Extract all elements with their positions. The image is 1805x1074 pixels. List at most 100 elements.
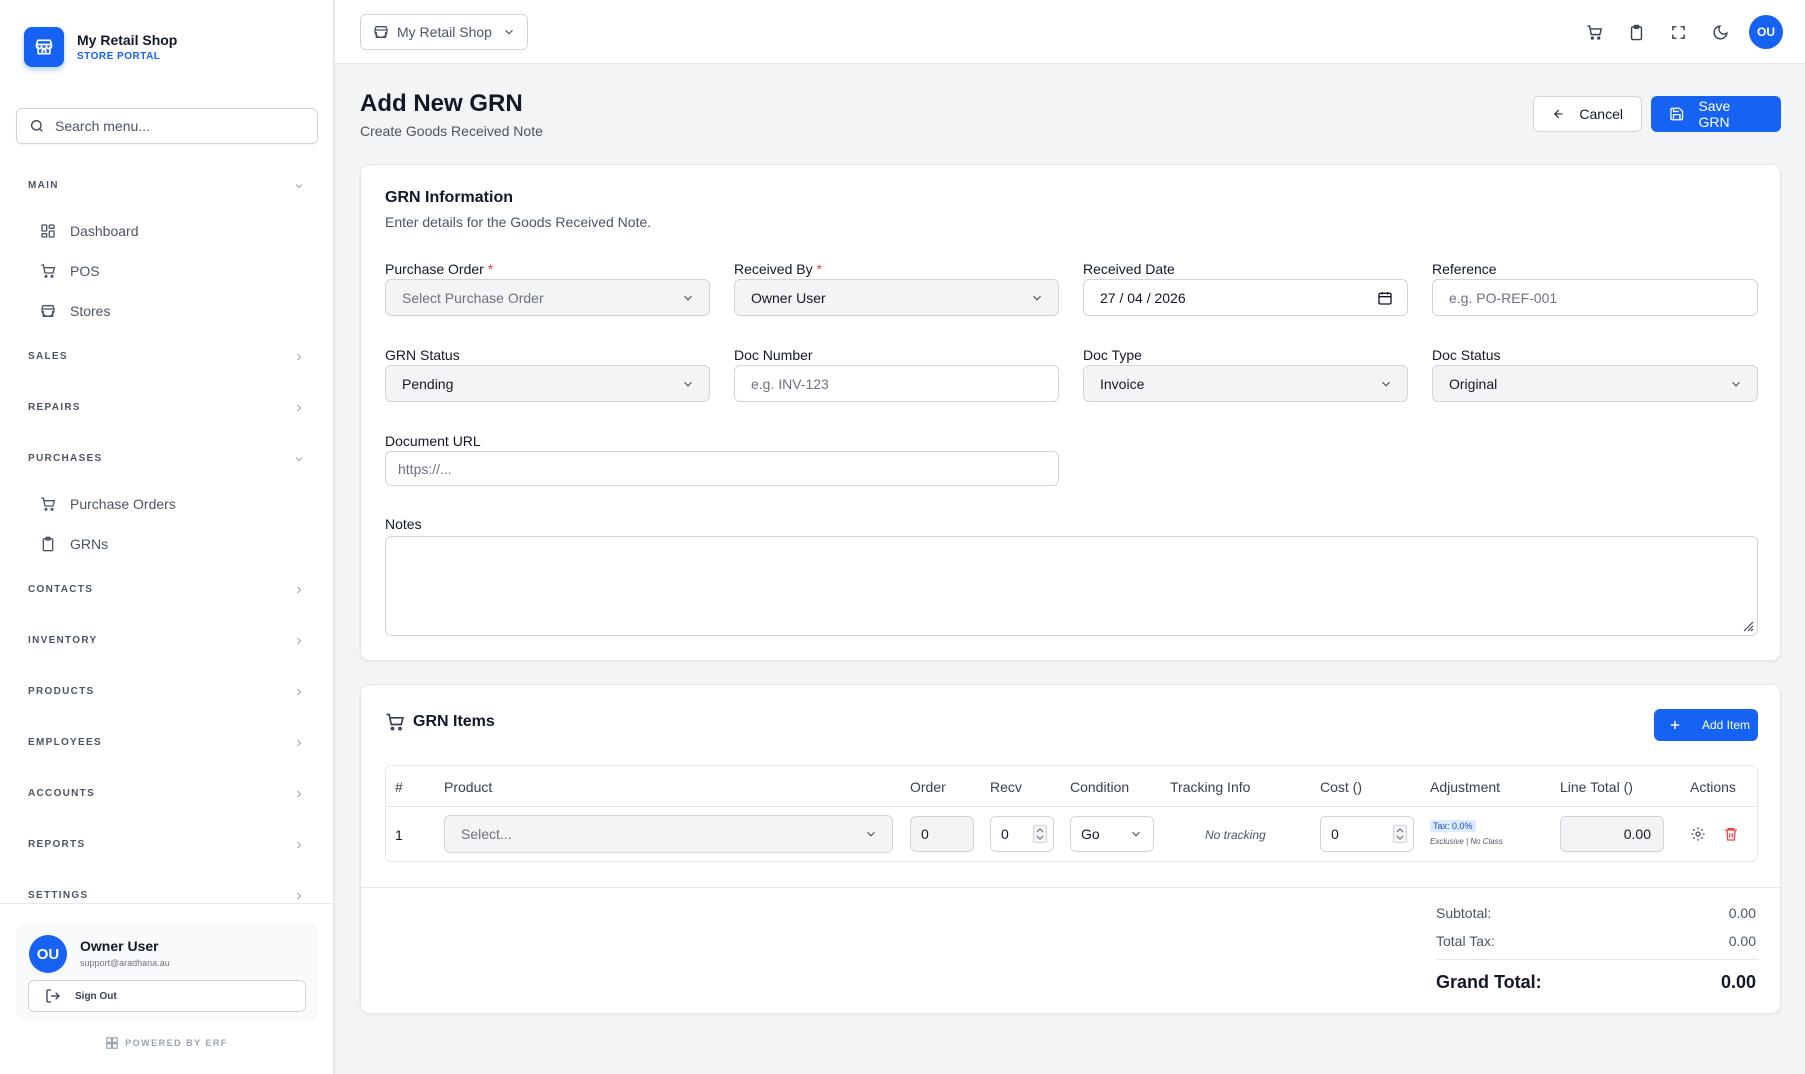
received-date-input[interactable]: 27 / 04 / 2026: [1083, 279, 1408, 316]
brand-subtitle: STORE PORTAL: [77, 51, 161, 62]
nav-section-purchases[interactable]: PURCHASES: [0, 433, 333, 484]
sidebar-search-input[interactable]: Search menu...: [16, 108, 318, 144]
sidebar-item-stores[interactable]: Stores: [0, 291, 333, 331]
nav-section-employees[interactable]: EMPLOYEES: [0, 717, 333, 768]
total-tax-value: 0.00: [1728, 933, 1756, 949]
chevron-right-icon: [297, 688, 302, 695]
clipboard-button[interactable]: [1615, 14, 1657, 50]
reference-field[interactable]: [1449, 289, 1743, 306]
stepper-icon[interactable]: [1033, 825, 1047, 843]
product-select[interactable]: Select...: [444, 815, 893, 853]
chevron-right-icon: [297, 586, 302, 593]
document-url-field[interactable]: [398, 460, 1044, 477]
stepper-icon[interactable]: [1393, 825, 1407, 843]
notes-field[interactable]: [386, 537, 1757, 635]
doc-type-value: Invoice: [1100, 375, 1145, 392]
column-header: #: [395, 779, 403, 795]
document-url-label: Document URL: [385, 433, 481, 449]
sidebar-item-label: Purchase Orders: [70, 496, 176, 512]
sidebar-item-grns[interactable]: GRNs: [0, 524, 333, 564]
nav-section-accounts[interactable]: ACCOUNTS: [0, 768, 333, 819]
nav-section-label: SALES: [28, 351, 68, 362]
doc-type-select[interactable]: Invoice: [1083, 365, 1408, 402]
document-url-input[interactable]: [385, 451, 1059, 486]
sign-out-button[interactable]: Sign Out: [28, 980, 306, 1012]
nav-section-reports[interactable]: REPORTS: [0, 819, 333, 870]
store-selector[interactable]: My Retail Shop: [360, 14, 528, 50]
received-by-value: Owner User: [751, 289, 826, 306]
nav-section-main[interactable]: MAIN: [0, 160, 333, 211]
nav-section-products[interactable]: PRODUCTS: [0, 666, 333, 717]
condition-select[interactable]: Go: [1070, 816, 1154, 852]
nav-section-label: EMPLOYEES: [28, 737, 102, 748]
grand-total-value: 0.00: [1720, 972, 1756, 992]
nav-section-inventory[interactable]: INVENTORY: [0, 615, 333, 666]
doc-number-field[interactable]: [751, 375, 1044, 392]
sign-out-label: Sign Out: [75, 990, 117, 1002]
recv-qty-value: 0: [1001, 826, 1009, 842]
cancel-button[interactable]: Cancel: [1533, 96, 1642, 132]
purchase-order-label: Purchase Order *: [385, 261, 494, 277]
order-qty: 0: [910, 816, 974, 852]
grn-information-card: GRN Information Enter details for the Go…: [360, 164, 1781, 661]
add-item-button[interactable]: Add Item: [1654, 709, 1758, 741]
chevron-right-icon: [297, 404, 302, 411]
chevron-down-icon: [295, 183, 303, 188]
user-avatar-button[interactable]: OU: [1749, 15, 1783, 49]
cost-input[interactable]: 0: [1320, 816, 1414, 852]
nav-section-repairs[interactable]: REPAIRS: [0, 382, 333, 433]
sidebar-item-label: GRNs: [70, 536, 109, 552]
pos-cart-button[interactable]: [1573, 14, 1615, 50]
cart-icon: [41, 264, 56, 278]
save-label: Save GRN: [1698, 98, 1731, 130]
nav-section-settings[interactable]: SETTINGS: [0, 870, 333, 921]
sidebar-item-purchase-orders[interactable]: Purchase Orders: [0, 484, 333, 524]
moon-icon: [1713, 24, 1728, 39]
column-header: Line Total (): [1560, 779, 1633, 795]
row-number: 1: [395, 827, 403, 843]
nav-section-label: MAIN: [28, 180, 59, 191]
doc-status-value: Original: [1449, 375, 1498, 392]
grid-icon: [41, 224, 55, 238]
theme-toggle-button[interactable]: [1699, 14, 1741, 50]
sidebar-item-label: POS: [70, 263, 100, 279]
cost-value: 0: [1331, 826, 1339, 842]
store-icon: [24, 27, 64, 67]
received-by-select[interactable]: Owner User: [734, 279, 1059, 316]
doc-type-label: Doc Type: [1083, 347, 1142, 363]
doc-number-input[interactable]: [734, 365, 1059, 402]
row-settings-button[interactable]: [1690, 826, 1706, 842]
sidebar-item-pos[interactable]: POS: [0, 251, 333, 291]
condition-value: Go: [1081, 826, 1100, 842]
card-title: GRN Information: [385, 189, 513, 206]
erf-logo-icon: [106, 1037, 118, 1049]
delete-row-button[interactable]: [1723, 826, 1739, 842]
chevron-right-icon: [297, 739, 302, 746]
fullscreen-button[interactable]: [1657, 14, 1699, 50]
calendar-icon[interactable]: [1377, 290, 1393, 306]
nav-section-label: PURCHASES: [28, 453, 103, 464]
grn-items-card: GRN Items Add Item # Product Order Recv …: [360, 684, 1781, 1014]
purchase-order-select[interactable]: Select Purchase Order: [385, 279, 710, 316]
nav-section-label: INVENTORY: [28, 635, 98, 646]
nav-section-sales[interactable]: SALES: [0, 331, 333, 382]
chevron-down-icon: [684, 381, 692, 387]
sidebar-nav: MAIN Dashboard POS Stores SALES REPAIRS …: [0, 160, 333, 921]
reference-label: Reference: [1432, 261, 1497, 277]
reference-input[interactable]: [1432, 279, 1758, 316]
chevron-down-icon: [867, 831, 875, 837]
page-title: Add New GRN: [360, 90, 523, 117]
brand[interactable]: My Retail Shop STORE PORTAL: [24, 27, 177, 67]
notes-textarea[interactable]: [385, 536, 1758, 636]
line-total-value: 0.00: [1623, 826, 1651, 842]
totals-divider: [361, 887, 1780, 888]
doc-status-select[interactable]: Original: [1432, 365, 1758, 402]
save-grn-button[interactable]: Save GRN: [1651, 96, 1781, 132]
nav-section-contacts[interactable]: CONTACTS: [0, 564, 333, 615]
plus-icon: [1670, 720, 1680, 730]
sidebar-item-dashboard[interactable]: Dashboard: [0, 211, 333, 251]
recv-qty-input[interactable]: 0: [990, 816, 1054, 852]
resize-handle-icon[interactable]: [1742, 620, 1754, 632]
order-qty-value: 0: [921, 826, 929, 842]
grn-status-select[interactable]: Pending: [385, 365, 710, 402]
